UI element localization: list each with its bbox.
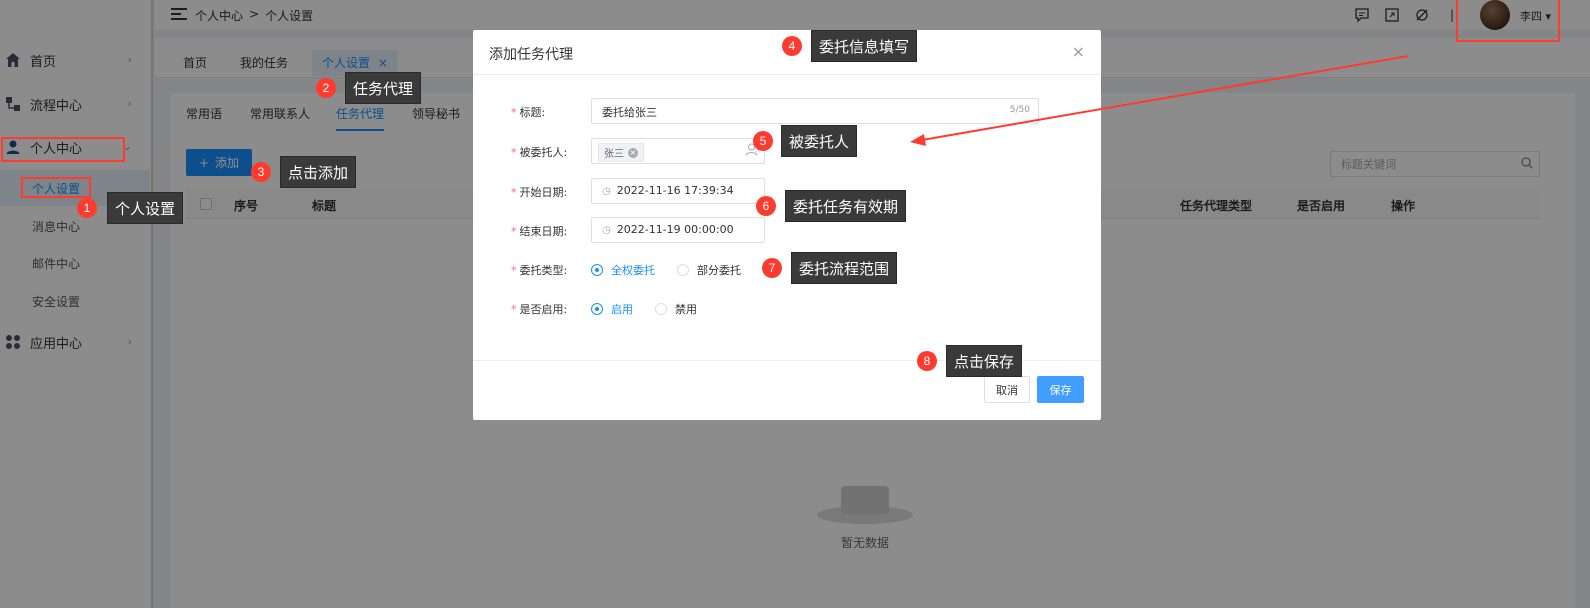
annotation-callout: 委托流程范围 — [791, 252, 898, 284]
annotation-badge: 2 — [316, 78, 336, 98]
annotation-callout: 任务代理 — [345, 72, 422, 104]
annotation-badge: 7 — [762, 258, 782, 278]
annotation-badge: 4 — [782, 36, 802, 56]
annotation-badge: 1 — [77, 198, 97, 218]
annotation-callout: 委托任务有效期 — [785, 190, 907, 222]
annotation-badge: 6 — [756, 196, 776, 216]
annotation-badge: 5 — [753, 131, 773, 151]
annotation-callout: 点击添加 — [280, 156, 357, 188]
annotation-badge: 3 — [251, 162, 271, 182]
annotation-callout: 点击保存 — [946, 345, 1023, 377]
annotation-badge: 8 — [917, 351, 937, 371]
annotation-callout: 委托信息填写 — [811, 30, 918, 62]
annotation-callout: 被委托人 — [781, 125, 858, 157]
annotation-arrow — [910, 55, 1409, 146]
annotation-callout: 个人设置 — [107, 192, 184, 224]
